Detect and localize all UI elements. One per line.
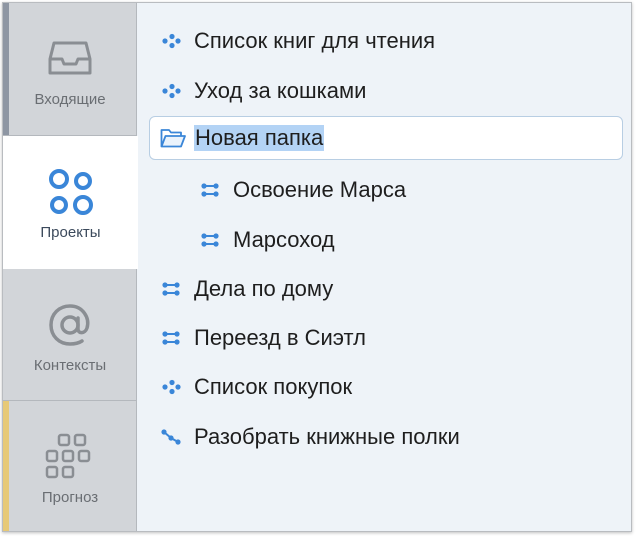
tab-projects-label: Проекты xyxy=(40,224,101,241)
single-actions-icon xyxy=(160,376,182,398)
tab-contexts-label: Контексты xyxy=(33,357,107,374)
forecast-stripe xyxy=(3,401,9,531)
at-sign-icon xyxy=(45,299,95,351)
list-item[interactable]: Разобрать книжные полки xyxy=(160,415,460,459)
parallel-project-icon xyxy=(199,229,221,251)
list-item-label: Разобрать книжные полки xyxy=(194,424,460,449)
inbox-tray-icon xyxy=(46,33,94,85)
tab-inbox[interactable]: Входящие xyxy=(3,3,137,136)
list-item[interactable]: Список книг для чтения xyxy=(160,19,435,63)
list-item[interactable]: Уход за кошками xyxy=(160,69,366,113)
list-item-selected-folder[interactable]: Новая папка xyxy=(149,116,623,160)
parallel-project-icon xyxy=(160,278,182,300)
list-item-label: Уход за кошками xyxy=(194,78,367,103)
tab-inbox-label: Входящие xyxy=(34,91,106,108)
sequential-project-icon xyxy=(160,426,182,448)
list-item-label: Дела по дому xyxy=(194,276,334,301)
tab-projects[interactable]: Проекты xyxy=(3,136,138,269)
parallel-project-icon xyxy=(199,179,221,201)
folder-open-icon xyxy=(160,127,186,149)
tab-contexts[interactable]: Контексты xyxy=(3,269,137,401)
app-window: Входящие Проекты Контексты Прогноз Списо… xyxy=(2,2,632,532)
list-item[interactable]: Марсоход xyxy=(199,218,335,262)
inbox-stripe xyxy=(3,3,9,135)
list-item-label: Освоение Марса xyxy=(233,177,407,202)
tab-forecast[interactable]: Прогноз xyxy=(3,401,137,531)
list-item[interactable]: Дела по дому xyxy=(160,267,333,311)
tab-forecast-label: Прогноз xyxy=(41,489,99,506)
list-item-label[interactable]: Новая папка xyxy=(194,125,325,151)
parallel-project-icon xyxy=(160,327,182,349)
single-actions-icon xyxy=(160,30,182,52)
list-item-label: Марсоход xyxy=(233,227,335,252)
list-item[interactable]: Переезд в Сиэтл xyxy=(160,316,366,360)
list-item[interactable]: Список покупок xyxy=(160,365,352,409)
list-item-label: Переезд в Сиэтл xyxy=(194,325,366,350)
list-item[interactable]: Освоение Марса xyxy=(199,168,406,212)
perspectives-sidebar: Входящие Проекты Контексты Прогноз xyxy=(3,3,138,531)
projects-circles-icon xyxy=(47,166,95,218)
grid-calendar-icon xyxy=(45,431,95,483)
list-item-label: Список книг для чтения xyxy=(194,28,436,53)
single-actions-icon xyxy=(160,80,182,102)
project-list: Список книг для чтения Уход за кошками Н… xyxy=(138,3,631,531)
list-item-label: Список покупок xyxy=(194,374,353,399)
